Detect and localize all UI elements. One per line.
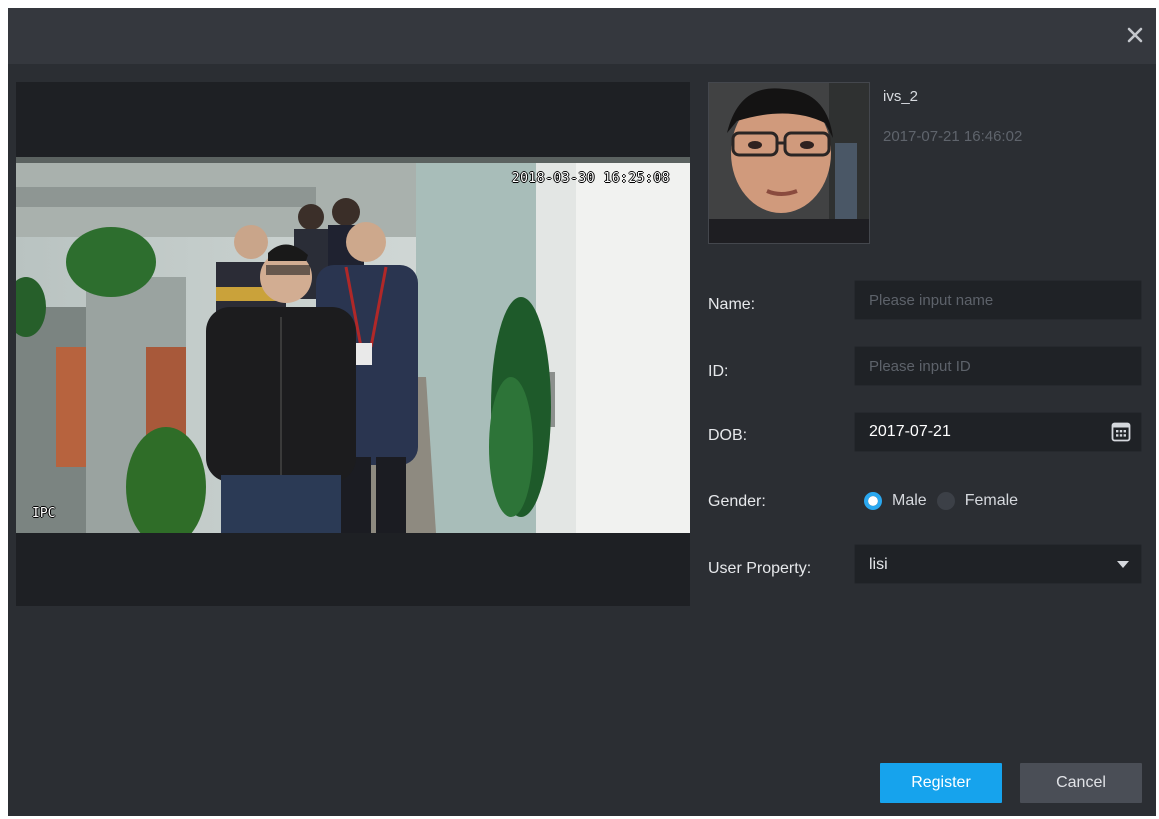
register-face-dialog: 2018-03-30 16:25:08 IPC ivs_2 2017-07-21…	[8, 8, 1156, 816]
user-property-value: lisi	[869, 556, 888, 573]
osd-camera-label: IPC	[32, 506, 56, 521]
id-field[interactable]	[854, 346, 1142, 386]
gender-male-label: Male	[892, 492, 927, 509]
face-thumbnail	[708, 82, 870, 244]
dob-field[interactable]: 2017-07-21	[854, 412, 1142, 452]
name-label: Name:	[708, 296, 756, 313]
register-button[interactable]: Register	[880, 763, 1002, 803]
close-button[interactable]	[1118, 18, 1152, 52]
user-property-select[interactable]: lisi	[854, 544, 1142, 584]
gender-radio-group: Male Female	[864, 489, 1028, 513]
radio-unchecked-icon	[936, 492, 955, 510]
snapshot-source-name: ivs_2	[883, 88, 919, 105]
video-panel: 2018-03-30 16:25:08 IPC	[16, 82, 690, 606]
name-input[interactable]	[855, 281, 1141, 319]
calendar-icon[interactable]	[1111, 422, 1131, 442]
id-input[interactable]	[855, 347, 1141, 385]
dob-value: 2017-07-21	[869, 423, 951, 440]
snapshot-image: 2018-03-30 16:25:08 IPC	[16, 157, 690, 533]
close-icon	[1127, 27, 1143, 43]
gender-female-label: Female	[964, 492, 1019, 509]
chevron-down-icon[interactable]	[1117, 561, 1129, 568]
dob-label: DOB:	[708, 427, 748, 444]
gender-male-radio[interactable]: Male	[864, 492, 927, 510]
name-field[interactable]	[854, 280, 1142, 320]
gender-female-radio[interactable]: Female	[936, 492, 1019, 510]
id-label: ID:	[708, 363, 729, 380]
dialog-titlebar	[8, 8, 1156, 64]
radio-checked-icon	[864, 492, 882, 510]
user-property-label: User Property:	[708, 560, 812, 577]
snapshot-capture-time: 2017-07-21 16:46:02	[883, 128, 1023, 145]
gender-label: Gender:	[708, 493, 766, 510]
cancel-button[interactable]: Cancel	[1020, 763, 1142, 803]
osd-timestamp: 2018-03-30 16:25:08	[511, 171, 670, 186]
